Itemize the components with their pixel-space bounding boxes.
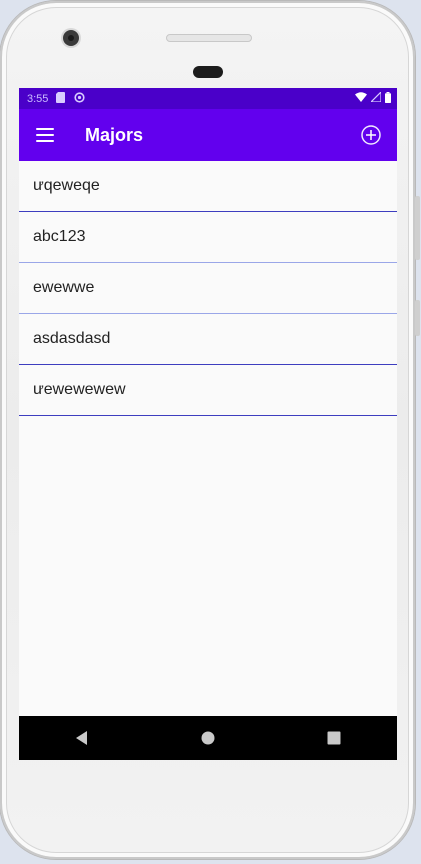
- page-title: Majors: [85, 124, 144, 145]
- navigation-bar: [19, 716, 397, 760]
- recents-button[interactable]: [314, 718, 354, 758]
- screen: 3:55 Majors ưqeweqe abc123 ewewwe asdasd…: [19, 88, 397, 760]
- status-bar: 3:55: [19, 88, 397, 109]
- back-icon: [76, 731, 87, 745]
- status-time: 3:55: [27, 92, 49, 105]
- sd-card-icon: [56, 91, 66, 106]
- major-name: asdasdasd: [33, 330, 111, 347]
- menu-button[interactable]: [19, 109, 71, 161]
- list-item[interactable]: asdasdasd: [19, 314, 397, 365]
- proximity-sensor: [193, 66, 223, 78]
- power-button[interactable]: [415, 300, 420, 336]
- list-item[interactable]: ewewwe: [19, 263, 397, 314]
- add-circle-icon: [361, 125, 381, 145]
- home-button[interactable]: [188, 718, 228, 758]
- front-camera: [63, 30, 79, 46]
- wifi-icon: [355, 92, 367, 105]
- earpiece-speaker: [166, 34, 252, 42]
- major-name: ưewewewew: [33, 381, 126, 398]
- add-major-button[interactable]: [359, 123, 383, 147]
- list-item[interactable]: abc123: [19, 212, 397, 263]
- home-icon: [201, 731, 215, 745]
- major-name: ewewwe: [33, 279, 95, 296]
- back-button[interactable]: [62, 718, 102, 758]
- app-bar: Majors: [19, 109, 397, 161]
- major-name: abc123: [33, 228, 86, 245]
- phone-frame: 3:55 Majors ưqeweqe abc123 ewewwe asdasd…: [0, 1, 415, 859]
- recents-icon: [327, 731, 341, 745]
- menu-icon: [36, 128, 54, 142]
- battery-icon: [385, 91, 391, 106]
- major-name: ưqeweqe: [33, 177, 100, 194]
- signal-icon: [369, 90, 382, 105]
- volume-button[interactable]: [415, 196, 420, 260]
- sync-icon: [74, 91, 86, 106]
- majors-list: ưqeweqe abc123 ewewwe asdasdasd ưewewewe…: [19, 161, 397, 416]
- list-item[interactable]: ưqeweqe: [19, 161, 397, 212]
- list-item[interactable]: ưewewewew: [19, 365, 397, 416]
